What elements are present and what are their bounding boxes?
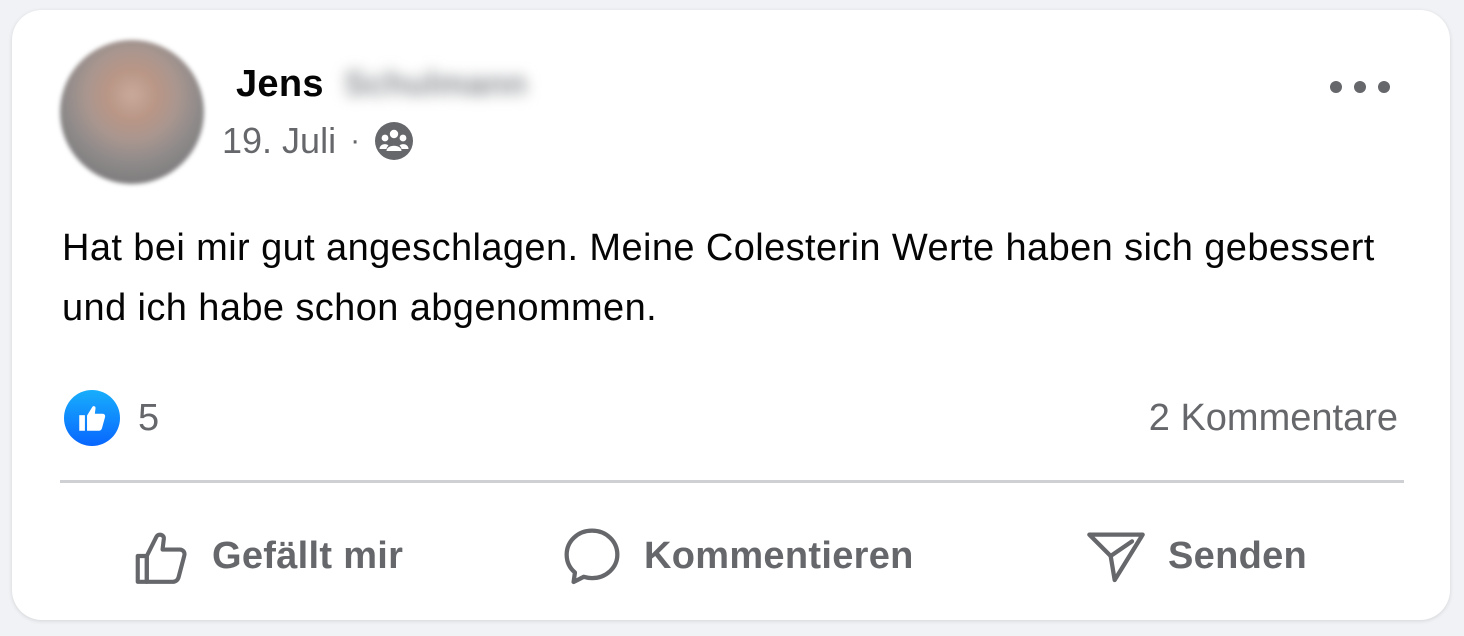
post-text: Hat bei mir gut angeschlagen. Meine Cole…	[62, 227, 1375, 329]
send-button[interactable]: Senden	[1084, 510, 1307, 602]
post-meta: 19. Juli ·	[222, 118, 414, 164]
like-button[interactable]: Gefällt mir	[130, 510, 403, 602]
meta-separator: ·	[350, 124, 361, 157]
send-label: Senden	[1168, 534, 1308, 577]
divider	[60, 480, 1404, 483]
comment-button[interactable]: Kommentieren	[560, 510, 914, 602]
post-actions-bar: Gefällt mir Kommentieren Senden	[60, 510, 1404, 602]
more-options-button[interactable]	[1330, 72, 1390, 102]
comment-label: Kommentieren	[644, 534, 914, 577]
reactions-summary[interactable]: 5	[64, 390, 159, 446]
author-name[interactable]: Jens Schulmann	[236, 60, 527, 108]
comment-bubble-icon	[564, 528, 620, 585]
more-dot-icon	[1330, 81, 1342, 93]
reaction-count: 5	[138, 396, 160, 439]
more-dot-icon	[1354, 81, 1366, 93]
more-dot-icon	[1378, 81, 1390, 93]
comments-count-link[interactable]: 2 Kommentare	[1149, 390, 1398, 446]
post-date[interactable]: 19. Juli	[222, 120, 336, 162]
author-avatar[interactable]	[60, 40, 204, 184]
author-first-name[interactable]: Jens	[236, 63, 324, 106]
post-card: Jens Schulmann 19. Juli · Hat bei mir gu…	[12, 10, 1450, 620]
author-last-name-blurred[interactable]: Schulmann	[344, 65, 527, 104]
send-icon	[1087, 532, 1145, 583]
thumbs-up-icon	[135, 532, 187, 584]
like-icon	[64, 390, 120, 446]
friends-group-icon[interactable]	[374, 121, 414, 161]
like-label: Gefällt mir	[212, 534, 404, 577]
